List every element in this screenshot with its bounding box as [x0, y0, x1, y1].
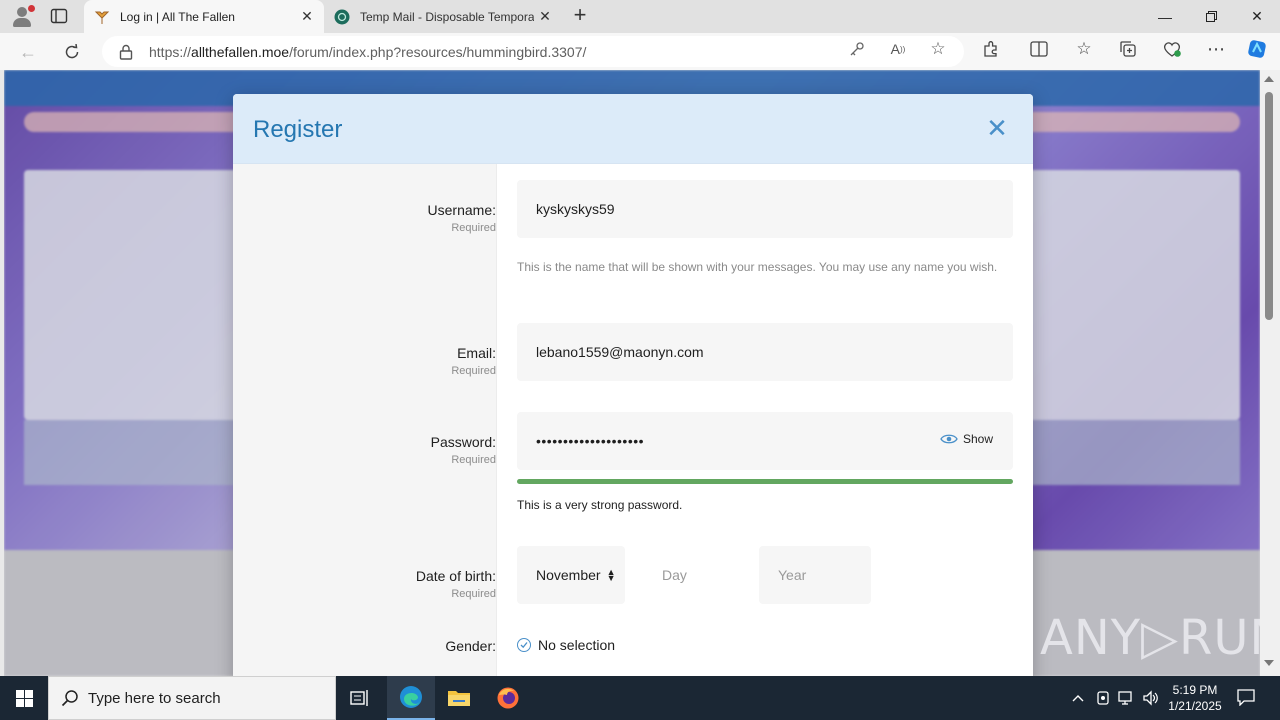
- edge-taskbar-icon[interactable]: [387, 676, 435, 720]
- username-value: kyskyskys59: [536, 201, 615, 217]
- address-bar[interactable]: https://allthefallen.moe/forum/index.php…: [102, 36, 964, 67]
- url-text: https://allthefallen.moe/forum/index.php…: [149, 43, 587, 60]
- email-field[interactable]: lebano1559@maonyn.com: [517, 323, 1013, 381]
- file-explorer-icon[interactable]: [435, 676, 483, 720]
- email-value: lebano1559@maonyn.com: [536, 344, 704, 360]
- volume-icon[interactable]: [1141, 688, 1161, 708]
- tab-allthefallen[interactable]: Log in | All The Fallen ✕: [84, 0, 324, 33]
- eye-icon: [940, 434, 958, 444]
- firefox-icon[interactable]: [484, 676, 532, 720]
- taskbar-search-box[interactable]: Type here to search: [48, 676, 336, 720]
- split-screen-icon[interactable]: [1028, 38, 1050, 60]
- allthefallen-favicon-icon: [94, 9, 110, 25]
- more-options-icon[interactable]: ⋯: [1205, 38, 1227, 60]
- dob-month-select[interactable]: November ▲ ▼: [517, 546, 625, 604]
- show-hidden-icons-chevron-icon[interactable]: [1070, 688, 1086, 708]
- email-label: Email:: [457, 345, 496, 361]
- tab-title: Log in | All The Fallen: [120, 9, 235, 24]
- gender-label: Gender:: [445, 638, 496, 654]
- close-window-icon[interactable]: ✕: [1234, 0, 1280, 33]
- minimize-window-icon[interactable]: —: [1142, 0, 1188, 33]
- close-modal-icon[interactable]: ✕: [985, 115, 1009, 141]
- watermark-text: ANY▷RUN: [1040, 610, 1260, 666]
- notification-center-icon[interactable]: [1236, 688, 1258, 708]
- taskbar-clock[interactable]: 5:19 PM 1/21/2025: [1160, 682, 1230, 714]
- lock-icon[interactable]: [119, 44, 133, 60]
- refresh-icon[interactable]: [58, 38, 86, 66]
- tab-actions-icon[interactable]: [50, 8, 68, 24]
- restore-window-icon[interactable]: [1188, 0, 1234, 33]
- show-password-label: Show: [962, 432, 993, 446]
- register-modal: Register ✕ Username: Required Email: Req…: [233, 94, 1033, 676]
- profile-avatar-icon[interactable]: [10, 5, 35, 27]
- select-arrows-icon: ▲ ▼: [606, 567, 616, 583]
- radio-check-icon: [517, 638, 531, 652]
- username-label: Username:: [427, 202, 496, 218]
- clock-time: 5:19 PM: [1172, 683, 1218, 697]
- favorite-star-icon[interactable]: ☆: [929, 39, 947, 58]
- task-view-icon[interactable]: [336, 676, 384, 720]
- username-hint: This is the name that will be shown with…: [517, 260, 998, 274]
- email-required: Required: [451, 365, 496, 377]
- password-label: Password:: [430, 434, 496, 450]
- search-icon: [61, 689, 79, 707]
- temp-mail-favicon-icon: [334, 9, 350, 25]
- key-icon[interactable]: [848, 40, 866, 58]
- network-icon[interactable]: [1117, 688, 1137, 708]
- password-field[interactable]: •••••••••••••••••••• Show: [517, 412, 1013, 470]
- search-placeholder: Type here to search: [88, 689, 221, 707]
- dob-year-placeholder: Year: [778, 567, 807, 583]
- scroll-down-icon[interactable]: [1264, 660, 1274, 666]
- username-field[interactable]: kyskyskys59: [517, 180, 1013, 238]
- browser-essentials-icon[interactable]: [1161, 38, 1183, 60]
- read-aloud-icon[interactable]: A)): [889, 40, 907, 58]
- password-value: ••••••••••••••••••••: [536, 433, 645, 449]
- scrollbar-thumb[interactable]: [1265, 92, 1273, 320]
- close-tab-icon[interactable]: ✕: [296, 6, 318, 28]
- page-scrollbar[interactable]: [1260, 70, 1280, 676]
- username-required: Required: [451, 222, 496, 234]
- collections-icon[interactable]: [1117, 38, 1139, 60]
- dob-month-value: November: [536, 567, 601, 583]
- modal-title: Register: [253, 116, 343, 143]
- tab-title: Temp Mail - Disposable Tempora: [360, 9, 534, 24]
- dob-day-input[interactable]: Day: [643, 546, 751, 604]
- dob-required: Required: [451, 588, 496, 600]
- modal-header: Register ✕: [233, 94, 1033, 164]
- favorites-icon[interactable]: ☆: [1073, 38, 1095, 60]
- device-tray-icon[interactable]: [1094, 688, 1112, 708]
- copilot-icon[interactable]: [1246, 38, 1268, 60]
- clock-date: 1/21/2025: [1168, 699, 1222, 713]
- password-strength-text: This is a very strong password.: [517, 498, 683, 512]
- show-password-button[interactable]: Show: [940, 432, 993, 446]
- tab-temp-mail[interactable]: Temp Mail - Disposable Tempora ✕: [324, 0, 562, 33]
- anyrun-watermark: ANY▷RUN: [1040, 610, 1260, 666]
- gender-option-no-selection[interactable]: No selection: [517, 637, 615, 653]
- windows-start-icon[interactable]: [0, 676, 48, 720]
- new-tab-button[interactable]: +: [569, 4, 591, 27]
- password-strength-fill: [517, 479, 1013, 484]
- scroll-up-icon[interactable]: [1264, 76, 1274, 82]
- dob-day-placeholder: Day: [662, 567, 687, 583]
- extensions-icon[interactable]: [980, 38, 1002, 60]
- dob-year-input[interactable]: Year: [759, 546, 871, 604]
- form-label-column: Username: Required Email: Required Passw…: [233, 164, 497, 676]
- password-strength-meter: [517, 479, 1013, 484]
- dob-label: Date of birth:: [415, 568, 496, 584]
- gender-value: No selection: [538, 637, 616, 653]
- back-arrow-icon[interactable]: ←: [14, 38, 42, 66]
- close-tab-icon[interactable]: ✕: [534, 6, 556, 28]
- page-viewport: Register ✕ Username: Required Email: Req…: [4, 70, 1260, 676]
- windows-taskbar: Type here to search 5:19 PM 1/21/2025: [0, 676, 1280, 720]
- password-required: Required: [451, 454, 496, 466]
- browser-tab-strip: Log in | All The Fallen ✕ Temp Mail - Di…: [0, 0, 1280, 33]
